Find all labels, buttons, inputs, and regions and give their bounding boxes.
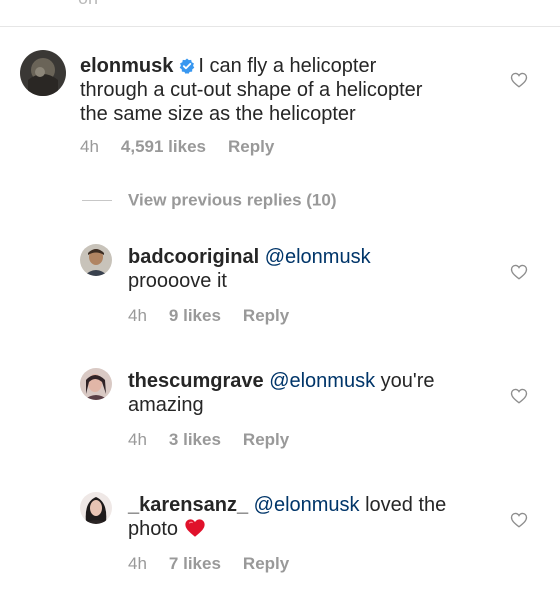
likes-count[interactable]: 4,591 likes (121, 137, 206, 156)
timestamp: 4h (128, 430, 147, 449)
mention-link[interactable]: @elonmusk (265, 246, 371, 268)
timestamp: 4h (128, 306, 147, 325)
reply-button[interactable]: Reply (243, 306, 289, 325)
reply-button[interactable]: Reply (243, 430, 289, 449)
username[interactable]: _karensanz_ (128, 494, 248, 516)
avatar[interactable] (80, 244, 112, 276)
heart-outline-icon[interactable] (510, 71, 528, 89)
timestamp: 4h (80, 137, 99, 156)
comment-body: proooove it (128, 270, 227, 292)
username[interactable]: elonmusk (80, 55, 173, 77)
top-comment-fragment: on (78, 0, 98, 9)
comment-meta: 4h 7 likes Reply (128, 554, 311, 574)
reply-button[interactable]: Reply (228, 137, 274, 156)
comment-meta: 4h 4,591 likes Reply (80, 137, 296, 157)
mention-link[interactable]: @elonmusk (254, 494, 360, 516)
heart-outline-icon[interactable] (510, 387, 528, 405)
username[interactable]: badcooriginal (128, 246, 259, 268)
comment-body-line3: the same size as the helicopter (80, 103, 356, 125)
red-heart-emoji (185, 519, 205, 537)
avatar[interactable] (20, 50, 66, 96)
comment-meta: 4h 3 likes Reply (128, 430, 311, 450)
comment-body-line2: through a cut-out shape of a helicopter (80, 79, 423, 101)
comment-text: _karensanz_ @elonmusk loved the photo (128, 494, 447, 540)
likes-count[interactable]: 3 likes (169, 430, 221, 449)
timestamp: 4h (128, 554, 147, 573)
comment-meta: 4h 9 likes Reply (128, 306, 311, 326)
comment-text: badcooriginal @elonmusk proooove it (128, 245, 498, 293)
verified-badge-icon (180, 58, 195, 74)
heart-outline-icon[interactable] (510, 263, 528, 281)
view-previous-replies[interactable]: View previous replies (10) (82, 190, 337, 211)
avatar[interactable] (80, 368, 112, 400)
divider (0, 26, 560, 27)
likes-count[interactable]: 9 likes (169, 306, 221, 325)
mention-link[interactable]: @elonmusk (269, 370, 375, 392)
comment-body: photo (128, 518, 179, 540)
heart-outline-icon[interactable] (510, 511, 528, 529)
reply-button[interactable]: Reply (243, 554, 289, 573)
avatar[interactable] (80, 492, 112, 524)
comment-body: amazing (128, 394, 204, 416)
username[interactable]: thescumgrave (128, 370, 264, 392)
thread-line (82, 200, 112, 202)
comment-text: thescumgrave @elonmusk you're amazing (128, 369, 498, 417)
comment-text: elonmusk I can fly a helicopter through a… (80, 54, 500, 126)
likes-count[interactable]: 7 likes (169, 554, 221, 573)
comment-body-line1: I can fly a helicopter (198, 55, 377, 77)
